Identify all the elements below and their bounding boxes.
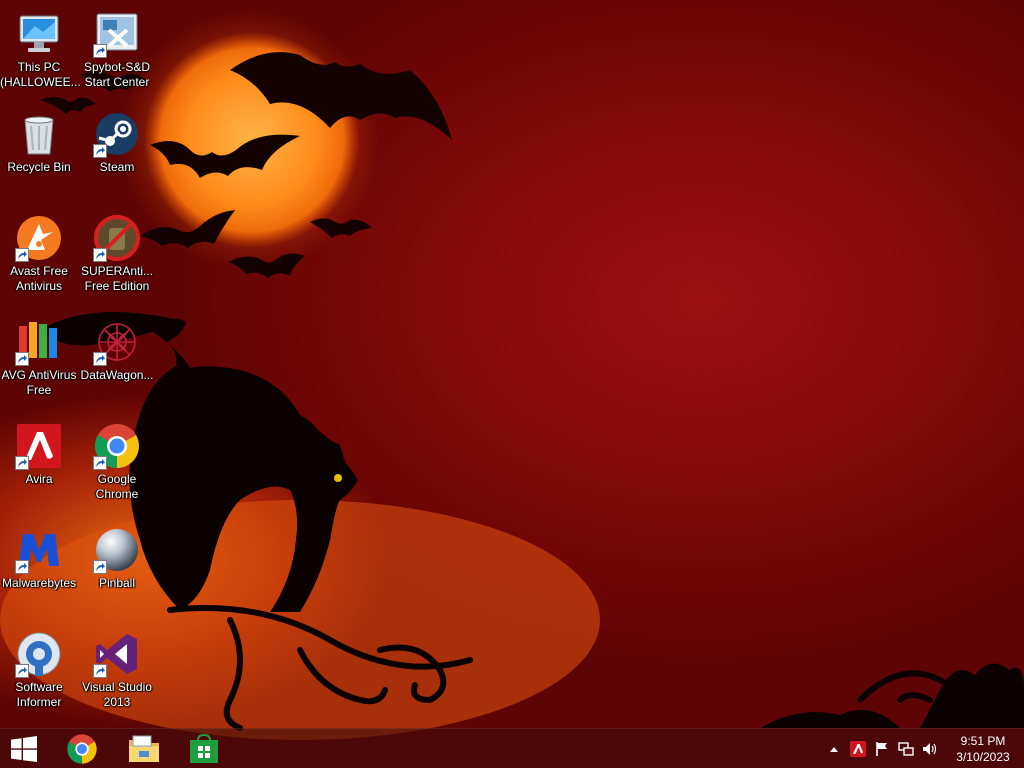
- superantispyware-icon: [93, 214, 141, 262]
- taskbar-chrome[interactable]: [58, 729, 106, 768]
- shortcut-arrow-icon: [93, 456, 107, 470]
- steam-icon: [93, 110, 141, 158]
- desktop-icon-label: Spybot-S&D Start Center: [83, 60, 151, 89]
- desktop-icon-avast[interactable]: Avast Free Antivirus: [0, 208, 78, 308]
- avast-icon: [15, 214, 63, 262]
- speaker-icon: [923, 743, 937, 755]
- recycle-bin-icon: [15, 110, 63, 158]
- shortcut-arrow-icon: [15, 248, 29, 262]
- desktop-icon-label: DataWagon...: [80, 368, 154, 382]
- desktop-icon-malwarebytes[interactable]: Malwarebytes: [0, 520, 78, 620]
- store-icon: [190, 734, 218, 763]
- show-hidden-icons[interactable]: [826, 741, 842, 757]
- desktop-icon-steam[interactable]: Steam: [78, 104, 156, 204]
- desktop-icon-label: Avira: [25, 472, 53, 486]
- clock-date: 3/10/2023: [956, 750, 1010, 764]
- avira-icon: [15, 422, 63, 470]
- taskbar-store[interactable]: [180, 729, 228, 768]
- desktop-icon-label: Software Informer: [15, 680, 63, 709]
- software-informer-icon: [15, 630, 63, 678]
- file-explorer-icon: [129, 735, 159, 762]
- start-button[interactable]: [0, 729, 48, 768]
- windows-logo-icon: [11, 736, 37, 762]
- chevron-up-icon: [830, 747, 838, 752]
- tray-avira[interactable]: [850, 741, 866, 757]
- shortcut-arrow-icon: [15, 352, 29, 366]
- desktop-icon-spybot[interactable]: Spybot-S&D Start Center: [78, 4, 156, 104]
- taskbar-clock[interactable]: 9:51 PM 3/10/2023: [952, 733, 1014, 765]
- cat-eye: [334, 474, 342, 482]
- spybot-icon: [93, 10, 141, 58]
- desktop-icon-superantispyware[interactable]: SUPERAnti... Free Edition: [78, 208, 156, 308]
- desktop-icon-datawagon[interactable]: DataWagon...: [78, 312, 156, 412]
- desktop-icon-label: Visual Studio 2013: [82, 680, 152, 709]
- flag-icon: [876, 742, 887, 756]
- shortcut-arrow-icon: [15, 664, 29, 678]
- visual-studio-icon: [93, 630, 141, 678]
- desktop-icon-label: AVG AntiVirus Free: [1, 368, 77, 397]
- desktop-icon-recycle-bin[interactable]: Recycle Bin: [0, 104, 78, 204]
- shortcut-arrow-icon: [15, 456, 29, 470]
- tray-volume[interactable]: [922, 741, 938, 757]
- pinball-icon: [93, 526, 141, 574]
- tray-network[interactable]: [898, 741, 914, 757]
- desktop-icon-label: This PC (HALLOWEE...: [0, 60, 81, 89]
- tray-action-center[interactable]: [874, 741, 890, 757]
- desktop-icon-avg[interactable]: AVG AntiVirus Free: [0, 312, 78, 412]
- shortcut-arrow-icon: [93, 44, 107, 58]
- desktop-icon-label: Malwarebytes: [1, 576, 77, 590]
- foliage: [760, 663, 1024, 728]
- shortcut-arrow-icon: [93, 144, 107, 158]
- desktop-icon-label: Avast Free Antivirus: [10, 264, 68, 293]
- avg-icon: [15, 318, 63, 366]
- datawagon-icon: [93, 318, 141, 366]
- network-icon: [898, 742, 914, 756]
- desktop-icon-label: Google Chrome: [95, 472, 139, 501]
- shortcut-arrow-icon: [93, 560, 107, 574]
- shortcut-arrow-icon: [93, 664, 107, 678]
- desktop-icon-label: Steam: [99, 160, 135, 174]
- desktop-icon-label: SUPERAnti... Free Edition: [80, 264, 154, 293]
- desktop-icon-google-chrome[interactable]: Google Chrome: [78, 416, 156, 516]
- clock-time: 9:51 PM: [960, 734, 1006, 748]
- taskbar-file-explorer[interactable]: [120, 729, 168, 768]
- malwarebytes-icon: [15, 526, 63, 574]
- this-pc-icon: [15, 10, 63, 58]
- chrome-icon: [93, 422, 141, 470]
- shortcut-arrow-icon: [15, 560, 29, 574]
- shortcut-arrow-icon: [93, 352, 107, 366]
- desktop-icon-label: Pinball: [98, 576, 136, 590]
- desktop-icon-this-pc[interactable]: This PC (HALLOWEE...: [0, 4, 81, 104]
- taskbar: 9:51 PM 3/10/2023: [0, 728, 1024, 768]
- avira-icon: [850, 741, 866, 757]
- desktop-icon-avira[interactable]: Avira: [0, 416, 78, 516]
- chrome-icon: [67, 734, 97, 764]
- desktop-icon-pinball[interactable]: Pinball: [78, 520, 156, 620]
- desktop-icon-software-informer[interactable]: Software Informer: [0, 624, 78, 724]
- shortcut-arrow-icon: [93, 248, 107, 262]
- desktop-icon-visual-studio-2013[interactable]: Visual Studio 2013: [78, 624, 156, 724]
- desktop-icon-label: Recycle Bin: [7, 160, 71, 174]
